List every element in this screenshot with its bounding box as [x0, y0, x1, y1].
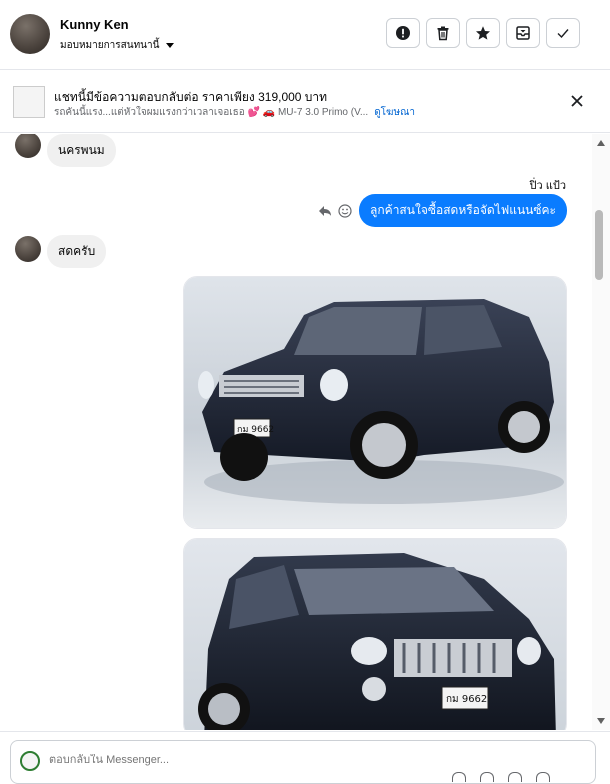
emoji-reaction-icon[interactable] — [338, 204, 352, 218]
ad-subtitle: รถคันนี้แรง...แต่หัวใจผมแรงกว่าเวลาเจอเธ… — [54, 105, 415, 120]
close-icon — [571, 95, 583, 107]
car-photo-front[interactable]: กม 9662 — [183, 538, 567, 730]
ad-thumbnail — [13, 86, 45, 118]
check-icon — [557, 29, 569, 39]
assign-label: มอบหมายการสนทนานี้ — [60, 40, 160, 51]
outgoing-message: ลูกค้าสนใจซื้อสดหรือจัดไฟแนนซ์คะ — [359, 194, 567, 227]
contact-avatar-small — [15, 134, 41, 158]
more-icon[interactable] — [536, 772, 550, 782]
archive-icon — [516, 26, 530, 40]
emoji-icon[interactable] — [508, 772, 522, 782]
alert-icon — [396, 26, 410, 40]
incoming-message: นครพนม — [47, 134, 116, 167]
page-logo-icon — [20, 751, 40, 771]
mark-spam-button[interactable] — [386, 18, 420, 48]
scroll-down-arrow-icon[interactable] — [597, 718, 605, 724]
star-button[interactable] — [466, 18, 500, 48]
composer-tools — [452, 772, 550, 782]
car-image: กม 9662 — [184, 277, 566, 528]
license-plate: กม 9662 — [446, 694, 487, 705]
car-image: กม 9662 — [184, 539, 566, 730]
header-actions — [386, 18, 580, 48]
message-sender-label: ปิ่ว แป้ว — [529, 180, 566, 192]
car-photo-side[interactable]: กม 9662 — [183, 276, 567, 529]
attachment-icon[interactable] — [452, 772, 466, 782]
contact-avatar[interactable] — [10, 14, 50, 54]
message-list[interactable]: นครพนม ปิ่ว แป้ว ลูกค้าสนใจซื้อสดหรือจัด… — [0, 134, 592, 730]
assign-conversation-dropdown[interactable]: มอบหมายการสนทนานี้ — [60, 38, 175, 53]
messenger-conversation: Kunny Ken มอบหมายการสนทนานี้ แชทนี้มีข้อ… — [0, 0, 610, 784]
close-banner-button[interactable] — [568, 92, 586, 110]
trash-icon — [437, 26, 449, 41]
view-ad-link[interactable]: ดูโฆษณา — [374, 107, 415, 118]
contact-avatar-small — [15, 236, 41, 262]
message-scrollbar[interactable] — [592, 134, 610, 730]
scroll-up-arrow-icon[interactable] — [597, 140, 605, 146]
message-tools — [318, 204, 352, 218]
ad-description: รถคันนี้แรง...แต่หัวใจผมแรงกว่าเวลาเจอเธ… — [54, 107, 369, 118]
image-icon[interactable] — [480, 772, 494, 782]
reply-input[interactable] — [49, 754, 469, 766]
incoming-message: สดครับ — [47, 235, 107, 268]
scrollbar-thumb[interactable] — [595, 210, 603, 280]
ad-context-banner: แชทนี้มีข้อความตอบกลับต่อ ราคาเพียง 319,… — [0, 71, 610, 133]
contact-name[interactable]: Kunny Ken — [60, 17, 129, 32]
message-composer — [0, 731, 610, 784]
conversation-header: Kunny Ken มอบหมายการสนทนานี้ — [0, 0, 610, 70]
reply-icon[interactable] — [318, 205, 332, 217]
star-icon — [476, 26, 490, 40]
delete-button[interactable] — [426, 18, 460, 48]
mark-done-button[interactable] — [546, 18, 580, 48]
chevron-down-icon — [166, 43, 175, 48]
move-to-folder-button[interactable] — [506, 18, 540, 48]
